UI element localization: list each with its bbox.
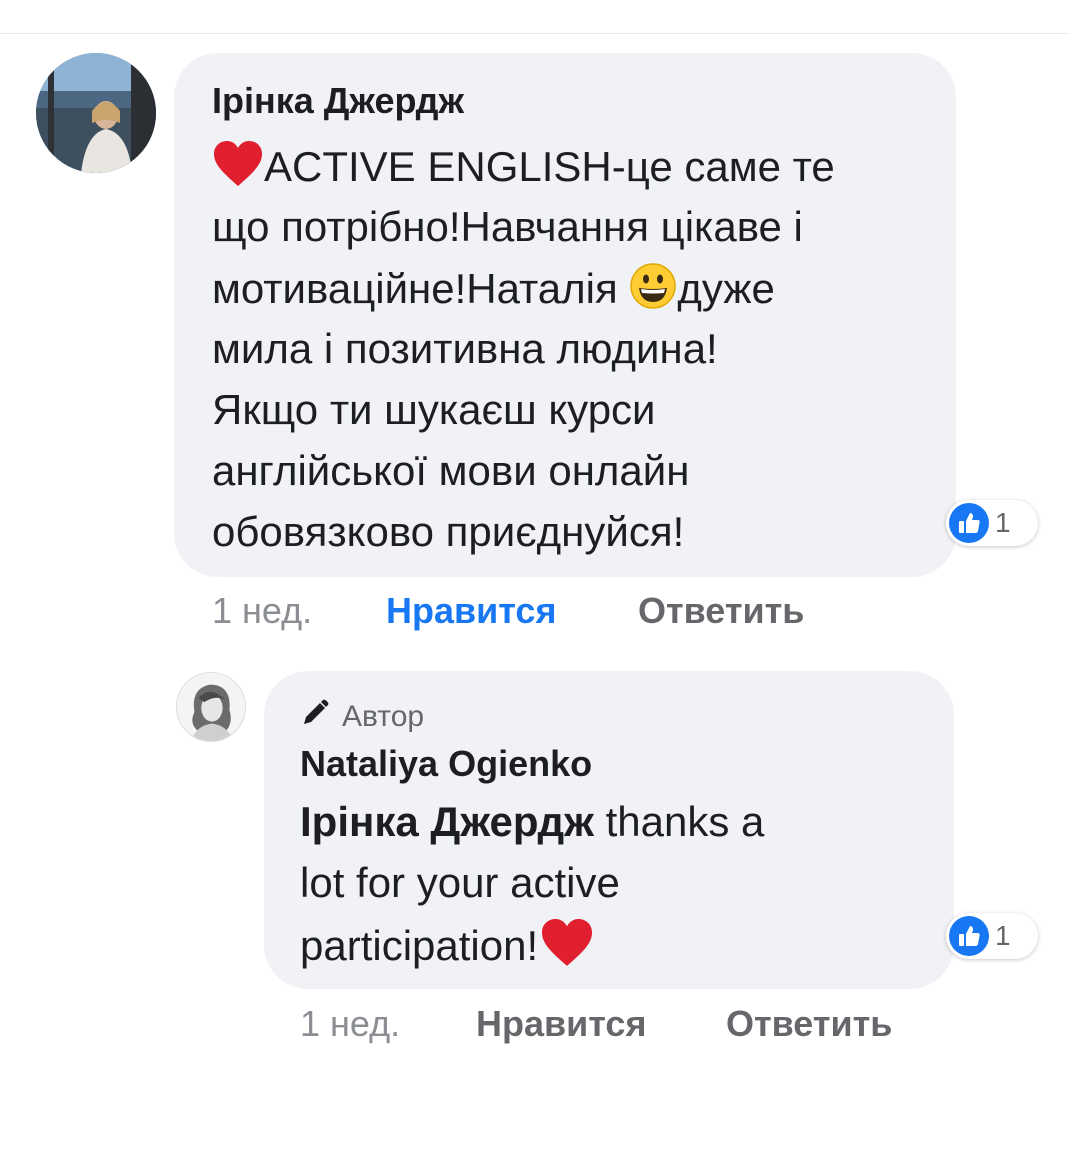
- comment-reply-button[interactable]: Ответить: [638, 590, 804, 632]
- author-badge-label: Автор: [342, 700, 425, 733]
- reply-line-2: lot for your active: [300, 859, 620, 906]
- commenter-avatar-photo: [36, 53, 156, 173]
- comment-time[interactable]: 1 нед.: [212, 590, 312, 632]
- red-heart-icon: [538, 918, 596, 980]
- comment-line-5: Якщо ти шукаєш курси: [212, 386, 656, 433]
- comment-reaction-number: 1: [995, 507, 1011, 538]
- reply-line-3: participation!: [300, 918, 596, 980]
- reply-mention[interactable]: Ірінка Джердж: [300, 798, 594, 845]
- comment-author-name[interactable]: Ірінка Джердж: [212, 80, 464, 122]
- reply-reaction-number: 1: [995, 920, 1011, 951]
- reply-line-3-text: participation!: [300, 922, 539, 970]
- comment-line-2: що потрібно!Навчання цікаве і: [212, 203, 803, 250]
- reply-line-1-text: thanks a: [593, 798, 765, 845]
- comment-line-7: обовязково приєднуйся!: [212, 508, 685, 555]
- pencil-icon: [300, 698, 330, 736]
- comment-line-4: мила і позитивна людина!: [212, 325, 718, 372]
- comment-like-button[interactable]: Нравится: [386, 590, 556, 632]
- comment-line-6: англійської мови онлайн: [212, 447, 690, 494]
- comment-line-3-text-before: мотиваційне!Наталія: [212, 265, 630, 313]
- comment-line-1-text: ACTIVE ENGLISH-це саме те: [264, 143, 835, 191]
- reply-author-avatar-photo: [177, 673, 245, 741]
- author-badge: Автор: [300, 698, 424, 736]
- reply-time[interactable]: 1 нед.: [300, 1003, 400, 1045]
- reply-line-1: Ірінка Джердж thanks a: [300, 796, 764, 848]
- thumbs-up-icon: [949, 503, 989, 543]
- commenter-avatar[interactable]: [36, 53, 156, 173]
- reply-author-name[interactable]: Nataliya Ogienko: [300, 743, 592, 785]
- reply-reply-button[interactable]: Ответить: [726, 1003, 892, 1045]
- comment-reaction-count[interactable]: 1: [946, 500, 1038, 546]
- comment-line-1: ACTIVE ENGLISH-це саме те: [212, 140, 835, 200]
- reply-author-avatar[interactable]: [176, 672, 246, 742]
- grinning-face-icon: [629, 262, 677, 322]
- reply-reaction-count[interactable]: 1: [946, 913, 1038, 959]
- top-divider: [0, 33, 1069, 34]
- reply-like-button[interactable]: Нравится: [476, 1003, 646, 1045]
- comment-line-3-text-after: дуже: [677, 265, 775, 313]
- red-heart-icon: [212, 140, 264, 200]
- thumbs-up-icon: [949, 916, 989, 956]
- comment-line-3: мотиваційне!Наталія дуже: [212, 262, 775, 322]
